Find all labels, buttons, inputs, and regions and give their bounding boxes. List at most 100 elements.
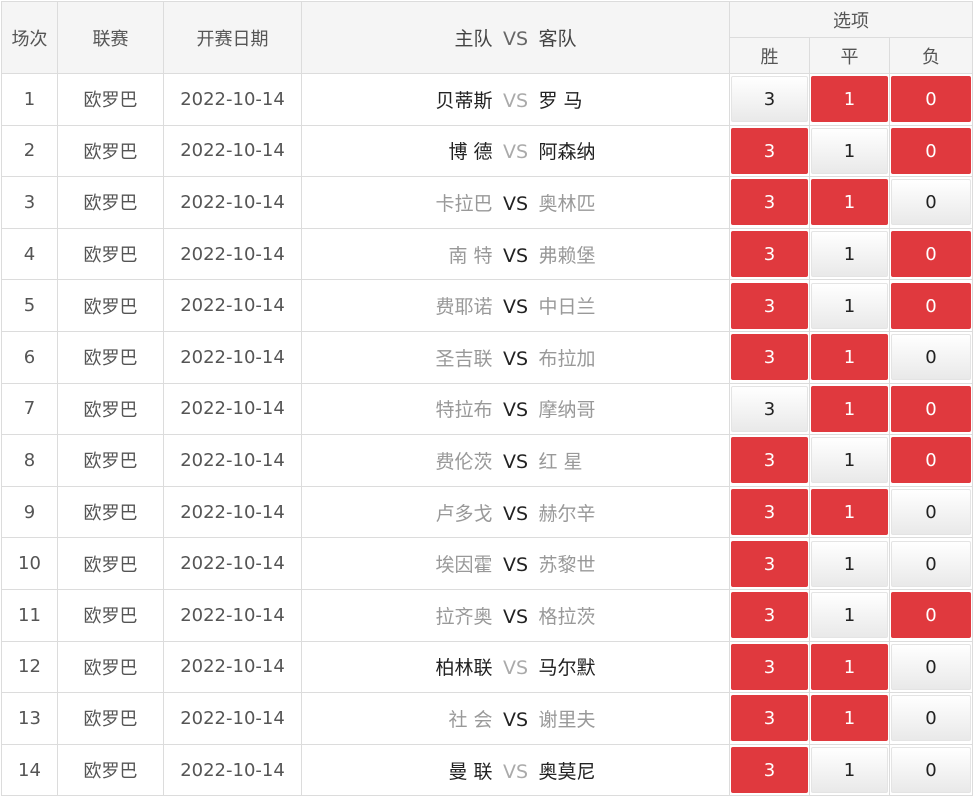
option-win-button[interactable]: 3 [731,127,808,174]
option-lose-button[interactable]: 0 [891,489,972,536]
match-teams: 埃因霍 VS 苏黎世 [301,537,730,590]
option-cell-draw: 1 [809,588,890,642]
option-win-button[interactable]: 3 [731,231,808,278]
away-team: 格拉茨 [538,605,596,628]
option-cell-win: 3 [729,434,810,487]
match-teams: 费耶诺 VS 中日兰 [301,279,730,332]
option-lose-button[interactable]: 0 [891,437,972,484]
vs-label: VS [502,605,529,628]
away-team: 马尔默 [538,657,596,680]
match-row: 14 欧罗巴 2022-10-14 曼 联 VS 奥莫尼 3 1 0 [1,743,973,797]
option-lose-button[interactable]: 0 [891,282,972,329]
vs-label: VS [502,760,529,783]
vs-label: VS [502,450,529,473]
option-cell-draw: 1 [809,640,890,694]
away-team: 奥林匹 [538,192,596,215]
option-win-button[interactable]: 3 [731,385,808,432]
option-lose-button[interactable]: 0 [891,231,972,278]
option-draw-button[interactable]: 1 [811,179,888,226]
option-cell-win: 3 [729,692,810,745]
away-team: 奥莫尼 [538,760,596,783]
option-win-button[interactable]: 3 [731,334,808,381]
match-league: 欧罗巴 [57,124,164,178]
option-lose-button[interactable]: 0 [891,540,972,587]
option-win-button[interactable]: 3 [731,76,808,123]
option-win-button[interactable]: 3 [731,437,808,484]
option-draw-button[interactable]: 1 [811,695,888,742]
option-lose-button[interactable]: 0 [891,592,972,639]
option-draw-button[interactable]: 1 [811,437,888,484]
option-cell-draw: 1 [809,73,890,126]
header-win: 胜 [729,37,810,74]
match-index: 9 [1,485,58,539]
option-win-button[interactable]: 3 [731,540,808,587]
option-win-button[interactable]: 3 [731,489,808,536]
match-teams: 曼 联 VS 奥莫尼 [301,743,730,797]
away-team: 红 星 [538,450,583,473]
option-draw-button[interactable]: 1 [811,385,888,432]
away-team: 苏黎世 [538,554,596,577]
option-draw-button[interactable]: 1 [811,127,888,174]
option-lose-button[interactable]: 0 [891,179,972,226]
option-cell-lose: 0 [888,434,973,487]
match-row: 2 欧罗巴 2022-10-14 博 德 VS 阿森纳 3 1 0 [1,124,973,178]
match-teams: 柏林联 VS 马尔默 [301,640,730,694]
home-team: 卡拉巴 [435,192,493,215]
option-cell-draw: 1 [809,537,890,590]
match-row: 12 欧罗巴 2022-10-14 柏林联 VS 马尔默 3 1 0 [1,640,973,694]
match-index: 4 [1,227,58,281]
option-draw-button[interactable]: 1 [811,747,888,794]
match-index: 12 [1,640,58,694]
option-lose-button[interactable]: 0 [891,747,972,794]
option-win-button[interactable]: 3 [731,282,808,329]
option-win-button[interactable]: 3 [731,747,808,794]
option-cell-draw: 1 [809,743,890,797]
option-draw-button[interactable]: 1 [811,334,888,381]
option-draw-button[interactable]: 1 [811,592,888,639]
option-cell-lose: 0 [888,330,973,384]
option-cell-draw: 1 [809,227,890,281]
home-team: 曼 联 [448,760,493,783]
option-cell-win: 3 [729,73,810,126]
match-row: 10 欧罗巴 2022-10-14 埃因霍 VS 苏黎世 3 1 0 [1,537,973,590]
match-row: 7 欧罗巴 2022-10-14 特拉布 VS 摩纳哥 3 1 0 [1,382,973,436]
vs-label: VS [502,141,529,164]
option-draw-button[interactable]: 1 [811,489,888,536]
home-team: 博 德 [448,141,493,164]
match-index: 14 [1,743,58,797]
match-date: 2022-10-14 [163,227,302,281]
option-lose-button[interactable]: 0 [891,127,972,174]
option-cell-win: 3 [729,124,810,178]
option-win-button[interactable]: 3 [731,179,808,226]
option-win-button[interactable]: 3 [731,643,808,690]
option-cell-win: 3 [729,382,810,436]
match-date: 2022-10-14 [163,640,302,694]
option-lose-button[interactable]: 0 [891,385,972,432]
option-lose-button[interactable]: 0 [891,334,972,381]
header-teams: 主队 VS 客队 [301,1,730,74]
match-date: 2022-10-14 [163,124,302,178]
option-win-button[interactable]: 3 [731,695,808,742]
option-lose-button[interactable]: 0 [891,695,972,742]
option-win-button[interactable]: 3 [731,592,808,639]
match-row: 3 欧罗巴 2022-10-14 卡拉巴 VS 奥林匹 3 1 0 [1,176,973,229]
match-teams: 卡拉巴 VS 奥林匹 [301,176,730,229]
option-cell-win: 3 [729,176,810,229]
option-draw-button[interactable]: 1 [811,231,888,278]
option-cell-win: 3 [729,640,810,694]
home-team: 卢多戈 [435,502,493,525]
match-teams: 圣吉联 VS 布拉加 [301,330,730,384]
option-lose-button[interactable]: 0 [891,76,972,123]
option-draw-button[interactable]: 1 [811,282,888,329]
option-cell-win: 3 [729,330,810,384]
option-draw-button[interactable]: 1 [811,540,888,587]
match-index: 3 [1,176,58,229]
vs-label: VS [502,399,529,422]
match-league: 欧罗巴 [57,279,164,332]
option-draw-button[interactable]: 1 [811,76,888,123]
option-draw-button[interactable]: 1 [811,643,888,690]
match-row: 8 欧罗巴 2022-10-14 费伦茨 VS 红 星 310 [1,434,973,487]
option-cell-lose: 0 [888,692,973,745]
option-lose-button[interactable]: 0 [891,643,972,690]
home-team: 社 会 [448,708,493,731]
